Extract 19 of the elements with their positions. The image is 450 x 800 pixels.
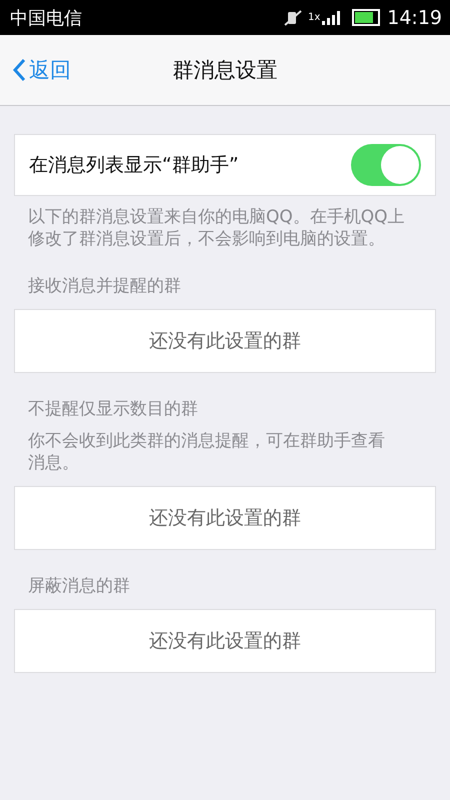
clock-time: 14:19	[387, 6, 442, 28]
setting-label: 在消息列表显示“群助手”	[29, 153, 239, 178]
section-title: 不提醒仅显示数目的群	[28, 398, 199, 420]
network-type: 1x	[308, 12, 320, 22]
empty-group-list: 还没有此设置的群	[14, 486, 436, 550]
empty-group-list: 还没有此设置的群	[14, 309, 436, 373]
back-button[interactable]: 返回	[0, 56, 71, 84]
toggle-switch[interactable]	[351, 144, 421, 186]
empty-group-list: 还没有此设置的群	[14, 609, 436, 673]
section-title: 接收消息并提醒的群	[28, 275, 182, 297]
carrier-name: 中国电信	[10, 6, 82, 30]
vibrate-off-icon	[282, 10, 303, 26]
section-note: 你不会收到此类群的消息提醒，可在群助手查看消息。	[28, 430, 386, 474]
description-text: 以下的群消息设置来自你的电脑QQ。在手机QQ上修改了群消息设置后，不会影响到电脑的设置。	[28, 206, 406, 250]
page-title: 群消息设置	[172, 57, 278, 84]
section-title: 屏蔽消息的群	[28, 575, 131, 597]
battery-icon	[352, 9, 380, 26]
back-chevron-icon	[12, 58, 26, 82]
signal-icon	[321, 10, 342, 26]
